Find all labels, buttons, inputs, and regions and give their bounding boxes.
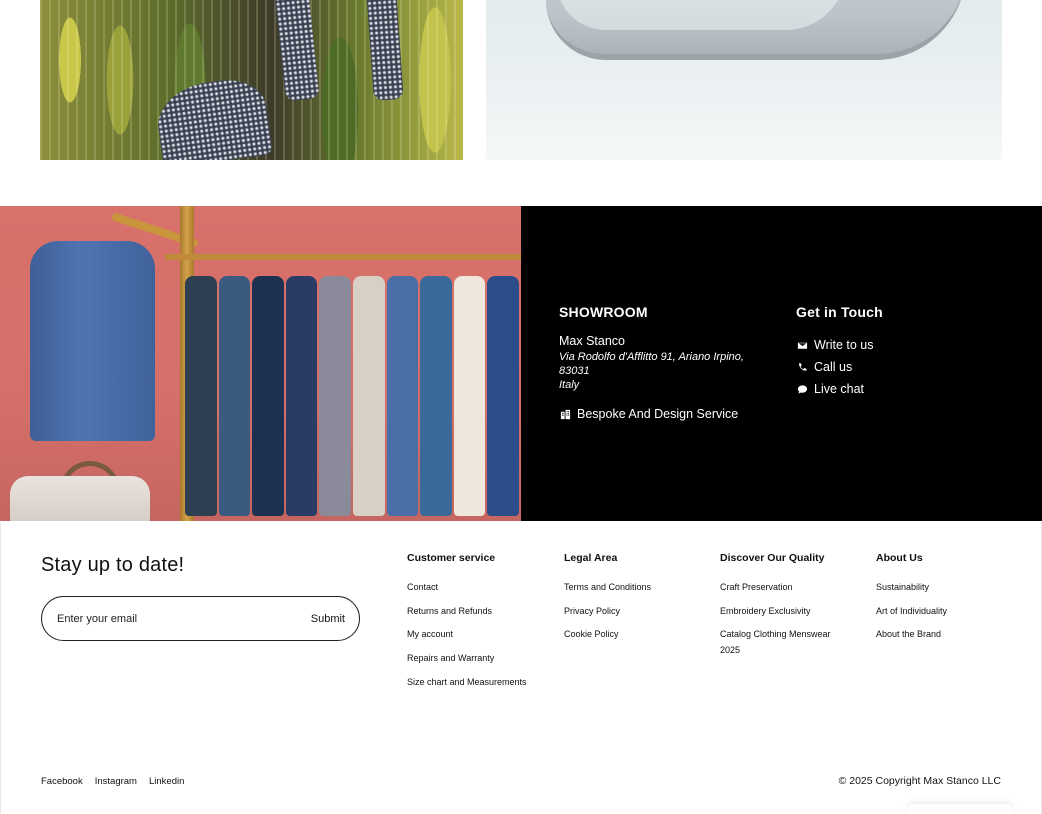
social-link-facebook[interactable]: Facebook: [41, 776, 83, 787]
call-us-link[interactable]: Call us: [796, 356, 996, 378]
shoe-upper-shape: [556, 0, 846, 30]
write-to-us-link[interactable]: Write to us: [796, 334, 996, 356]
newsletter-submit-button[interactable]: Submit: [311, 613, 345, 625]
live-chat-link[interactable]: Live chat: [796, 378, 996, 400]
footer-column-title: Customer service: [407, 552, 496, 564]
shirt: [386, 276, 419, 516]
phone-icon: [796, 361, 808, 373]
social-links: Facebook Instagram Linkedin: [41, 776, 184, 787]
call-us-label: Call us: [814, 360, 853, 374]
shirt: [252, 276, 284, 516]
footer-column-about-us: About Us Sustainability Art of Individua…: [876, 552, 1016, 650]
denim-jacket: [30, 241, 155, 441]
footer-column-title: About Us: [876, 552, 923, 564]
footer-link-about-brand[interactable]: About the Brand: [876, 626, 1016, 642]
building-icon: [559, 408, 571, 420]
bespoke-service-label: Bespoke And Design Service: [577, 407, 739, 421]
shirt: [319, 276, 351, 516]
clothes-rail: [165, 254, 521, 260]
envelope-icon: [796, 339, 808, 351]
footer-link-individuality[interactable]: Art of Individuality: [876, 603, 1016, 619]
product-image-cactus-shoes[interactable]: [40, 0, 463, 160]
shirt: [487, 276, 519, 516]
shirt: [285, 276, 318, 516]
showroom-address-line1: Via Rodolfo d'Afflitto 91, Ariano Irpino…: [559, 351, 744, 363]
travel-bag: [10, 476, 150, 521]
footer-link-contact[interactable]: Contact: [407, 579, 542, 595]
footer-link-repairs[interactable]: Repairs and Warranty: [407, 650, 542, 666]
showroom-photo: [0, 206, 521, 521]
social-link-instagram[interactable]: Instagram: [95, 776, 137, 787]
copyright-text: © 2025 Copyright Max Stanco LLC: [838, 775, 1001, 787]
footer-column-legal-area: Legal Area Terms and Conditions Privacy …: [564, 552, 704, 650]
floating-widget-edge[interactable]: [908, 804, 1012, 814]
footer-link-sustainability[interactable]: Sustainability: [876, 579, 1016, 595]
footer-link-my-account[interactable]: My account: [407, 626, 542, 642]
showroom-title: SHOWROOM: [559, 304, 648, 320]
showroom-address-line2: 83031: [559, 365, 590, 377]
footer-link-cookie[interactable]: Cookie Policy: [564, 626, 704, 642]
footer-column-discover-quality: Discover Our Quality Craft Preservation …: [720, 552, 840, 666]
hanging-shirts: [185, 276, 521, 516]
get-in-touch-column: Get in Touch Write to us Call us Live ch…: [796, 304, 996, 400]
newsletter-email-input[interactable]: [57, 612, 311, 625]
shirt: [185, 276, 217, 516]
get-in-touch-title: Get in Touch: [796, 304, 883, 320]
social-link-linkedin[interactable]: Linkedin: [149, 776, 184, 787]
footer-link-craft[interactable]: Craft Preservation: [720, 579, 840, 595]
showroom-info-panel: SHOWROOM Max Stanco Via Rodolfo d'Afflit…: [521, 206, 1042, 521]
product-image-grey-shoe[interactable]: [486, 0, 1002, 160]
newsletter-form: Submit: [41, 596, 360, 641]
showroom-country: Italy: [559, 379, 580, 391]
shirt: [218, 276, 251, 516]
footer-link-terms[interactable]: Terms and Conditions: [564, 579, 704, 595]
showroom-name: Max Stanco: [559, 334, 626, 348]
showroom-column: SHOWROOM Max Stanco Via Rodolfo d'Afflit…: [559, 304, 769, 421]
site-footer: Stay up to date! Submit Customer service…: [0, 522, 1042, 814]
footer-link-catalog[interactable]: Catalog Clothing Menswear 2025: [720, 626, 840, 658]
shirt: [352, 276, 385, 516]
footer-column-customer-service: Customer service Contact Returns and Ref…: [407, 552, 542, 697]
newsletter-heading: Stay up to date!: [41, 554, 185, 576]
shirt: [420, 276, 452, 516]
footer-link-returns[interactable]: Returns and Refunds: [407, 603, 542, 619]
footer-link-size-chart[interactable]: Size chart and Measurements: [407, 674, 542, 690]
footer-column-title: Discover Our Quality: [720, 552, 825, 564]
write-to-us-label: Write to us: [814, 338, 874, 352]
chat-bubble-icon: [796, 383, 808, 395]
shirt: [453, 276, 486, 516]
footer-link-privacy[interactable]: Privacy Policy: [564, 603, 704, 619]
footer-column-title: Legal Area: [564, 552, 618, 564]
bespoke-service-link[interactable]: Bespoke And Design Service: [559, 407, 769, 421]
showroom-band: SHOWROOM Max Stanco Via Rodolfo d'Afflit…: [0, 206, 1042, 521]
footer-link-embroidery[interactable]: Embroidery Exclusivity: [720, 603, 840, 619]
live-chat-label: Live chat: [814, 382, 865, 396]
